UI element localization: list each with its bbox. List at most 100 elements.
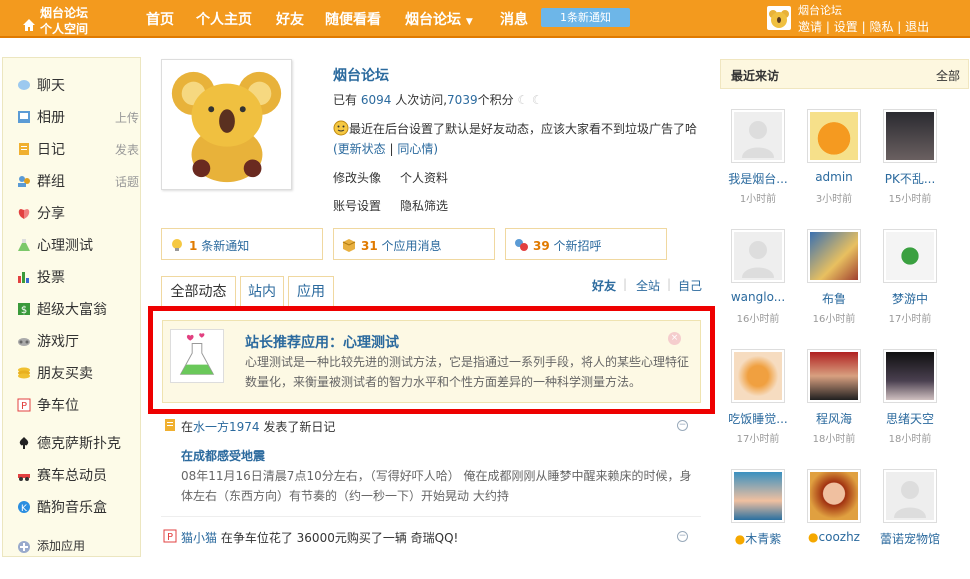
highlight-frame [148, 306, 715, 414]
visitor-avatar[interactable] [807, 349, 861, 403]
sidebar-item-texas-poker[interactable]: 德克萨斯扑克 [15, 433, 139, 453]
visitor-avatar[interactable] [731, 229, 785, 283]
visitor-card[interactable]: 思绪天空 18小时前 [872, 349, 942, 459]
sidebar-item-monopoly[interactable]: $ 超级大富翁 [15, 299, 139, 319]
visitor-card[interactable]: wanglo... 16小时前 [720, 229, 790, 339]
nav-profile[interactable]: 个人主页 [196, 9, 252, 29]
nav-home[interactable]: 首页 [146, 9, 174, 29]
visitor-card[interactable]: 吃饭睡觉... 17小时前 [720, 349, 790, 459]
sidebar-item-add-app[interactable]: 添加应用 [15, 537, 139, 557]
nav-forum[interactable]: 烟台论坛 ▼ [405, 9, 473, 29]
nav-forum-label: 烟台论坛 [405, 12, 461, 28]
filter-friends[interactable]: 好友 [592, 277, 616, 294]
notification-box[interactable]: 1 条新通知 [161, 228, 323, 260]
visitor-name[interactable]: ●木青紫 [720, 530, 796, 547]
visitor-name[interactable]: 蕾诺宠物馆 [872, 530, 948, 547]
visitor-name[interactable]: 思绪天空 [872, 410, 948, 427]
visitor-avatar[interactable] [807, 229, 861, 283]
sidebar-item-chat[interactable]: 聊天 [15, 75, 139, 95]
settings-link[interactable]: 设置 [834, 20, 858, 34]
visit-time: 18小时前 [812, 434, 856, 445]
visitor-card[interactable]: ●coozhz [796, 469, 866, 579]
visitor-avatar[interactable] [731, 469, 785, 523]
invite-link[interactable]: 邀请 [798, 20, 822, 34]
nav-messages[interactable]: 消息 [500, 9, 528, 29]
update-status-link[interactable]: (更新状态 [333, 142, 386, 156]
new-notice-button[interactable]: 1条新通知 [541, 8, 630, 27]
profile-info-link[interactable]: 个人资料 [400, 169, 448, 186]
visitor-avatar[interactable] [731, 109, 785, 163]
diary-entry-title[interactable]: 在成都感受地震 [181, 447, 265, 464]
privacy-link[interactable]: 隐私 [869, 20, 893, 34]
sidebar-item-friend-trade[interactable]: 朋友买卖 [15, 363, 139, 383]
user-name[interactable]: 烟台论坛 [798, 2, 842, 18]
emoticon-icon [333, 120, 349, 136]
collapse-icon[interactable]: − [677, 531, 688, 542]
sidebar-item-share[interactable]: 分享 [15, 203, 139, 223]
visitor-name[interactable]: PK不乱... [872, 170, 948, 187]
nav-browse[interactable]: 随便看看 [325, 9, 381, 29]
sidebar-item-diary[interactable]: 日记 发表 [15, 139, 139, 159]
greeting-box[interactable]: 39 个新招呼 [505, 228, 667, 260]
privacy-filter-link[interactable]: 隐私筛选 [400, 197, 448, 214]
upload-link[interactable]: 上传 [115, 109, 139, 126]
publish-link[interactable]: 发表 [115, 141, 139, 158]
visitor-card[interactable]: ●木青紫 [720, 469, 790, 579]
visitor-name[interactable]: 程风海 [796, 410, 872, 427]
filter-all-site[interactable]: 全站 [636, 277, 660, 294]
visitor-name[interactable]: 我是烟台... [720, 170, 796, 187]
visitor-card[interactable]: 我是烟台... 1小时前 [720, 109, 790, 219]
group-icon [18, 176, 30, 187]
visitor-avatar[interactable] [883, 109, 937, 163]
visitor-card[interactable]: PK不乱... 15小时前 [872, 109, 942, 219]
sidebar-item-kugou-music[interactable]: K 酷狗音乐盒 [15, 497, 139, 517]
visitor-avatar[interactable] [731, 349, 785, 403]
profile-avatar[interactable] [161, 59, 292, 190]
feed-user-link[interactable]: 猫小猫 [181, 531, 217, 545]
visitor-name[interactable]: wanglo... [720, 290, 796, 304]
filter-self[interactable]: 自己 [678, 277, 702, 294]
site-logo[interactable]: 烟台论坛 个人空间 [18, 3, 106, 36]
visitor-card[interactable]: 程风海 18小时前 [796, 349, 866, 459]
tab-apps[interactable]: 应用 [288, 276, 334, 306]
edit-avatar-link[interactable]: 修改头像 [333, 169, 381, 186]
view-all-link[interactable]: 全部 [936, 67, 960, 84]
visitor-card[interactable]: 布鲁 16小时前 [796, 229, 866, 339]
visitor-card[interactable]: admin 3小时前 [796, 109, 866, 219]
visitor-avatar[interactable] [807, 109, 861, 163]
user-avatar[interactable] [767, 6, 791, 30]
default-avatar-icon [734, 232, 782, 280]
visitor-avatar[interactable] [883, 469, 937, 523]
visitor-name[interactable]: admin [796, 170, 872, 184]
sidebar-item-group[interactable]: 群组 话题 [15, 171, 139, 191]
bulb-icon [172, 239, 182, 251]
visitor-name[interactable]: 吃饭睡觉... [720, 410, 796, 427]
app-message-box[interactable]: 31 个应用消息 [333, 228, 495, 260]
sidebar-item-racing[interactable]: 赛车总动员 [15, 465, 139, 485]
profile-name[interactable]: 烟台论坛 [333, 65, 389, 85]
sidebar-item-arcade[interactable]: 游戏厅 [15, 331, 139, 351]
visitor-card[interactable]: 梦游中 17小时前 [872, 229, 942, 339]
visitor-avatar[interactable] [883, 349, 937, 403]
sidebar-item-album[interactable]: 相册 上传 [15, 107, 139, 127]
account-settings-link[interactable]: 账号设置 [333, 197, 381, 214]
visitor-name[interactable]: 布鲁 [796, 290, 872, 307]
visitor-avatar[interactable] [883, 229, 937, 283]
topic-link[interactable]: 话题 [115, 173, 139, 190]
points-count[interactable]: 7039 [447, 93, 478, 107]
visitor-card[interactable]: 蕾诺宠物馆 [872, 469, 942, 579]
collapse-icon[interactable]: − [677, 420, 688, 431]
tab-all-activity[interactable]: 全部动态 [161, 276, 236, 307]
nav-friends[interactable]: 好友 [276, 9, 304, 29]
visitor-avatar[interactable] [807, 469, 861, 523]
sidebar-item-psych-test[interactable]: 心理测试 [15, 235, 139, 255]
logout-link[interactable]: 退出 [905, 20, 929, 34]
visitor-name[interactable]: 梦游中 [872, 290, 948, 307]
sidebar-item-parking[interactable]: P 争车位 [15, 395, 139, 415]
visit-count[interactable]: 6094 [361, 93, 392, 107]
sidebar-item-vote[interactable]: 投票 [15, 267, 139, 287]
tab-site[interactable]: 站内 [240, 276, 284, 306]
same-mood-link[interactable]: 同心情) [397, 142, 438, 156]
visitor-name[interactable]: ●coozhz [796, 530, 872, 544]
feed-user-link[interactable]: 水一方1974 [193, 420, 260, 434]
